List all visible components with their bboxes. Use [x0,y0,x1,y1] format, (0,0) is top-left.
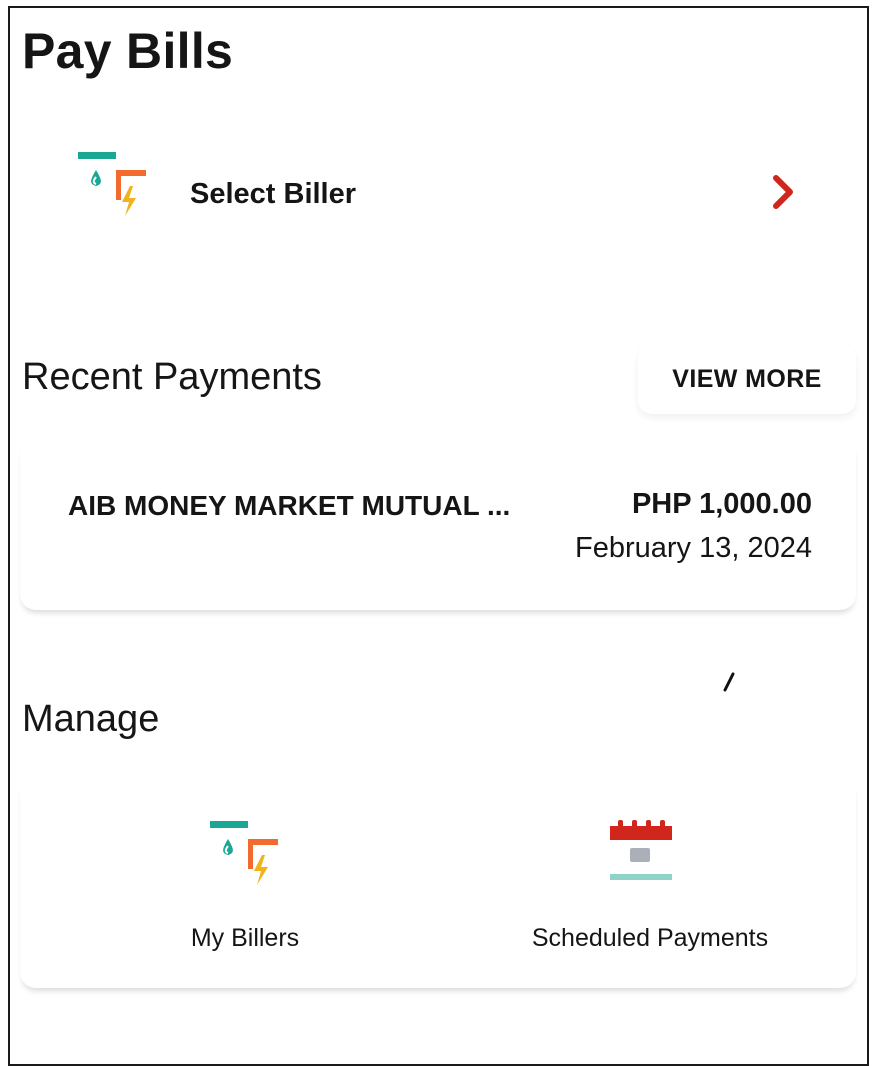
recent-payment-card[interactable]: AIB MONEY MARKET MUTUAL ... PHP 1,000.00… [20,438,856,610]
view-more-button[interactable]: VIEW MORE [638,344,856,414]
chevron-right-icon [773,175,793,209]
scheduled-payments-label: Scheduled Payments [531,924,769,952]
payment-biller-name: AIB MONEY MARKET MUTUAL ... [68,490,511,521]
my-billers-button[interactable]: My Billers [110,778,380,988]
stray-mark [723,672,735,692]
manage-title: Manage [22,698,160,740]
select-biller-row[interactable]: Select Biller [20,128,856,258]
bill-utilities-icon [210,821,278,885]
recent-payments-title: Recent Payments [22,356,322,398]
page-title: Pay Bills [22,23,234,79]
manage-card: My Billers Scheduled Payments [20,778,856,988]
bill-utilities-icon [78,152,146,216]
my-billers-label: My Billers [190,924,300,952]
app-screen: Pay Bills Select Biller Recent Payments … [8,6,869,1066]
payment-amount: PHP 1,000.00 [631,488,812,520]
payment-date: February 13, 2024 [575,532,812,564]
select-biller-label: Select Biller [190,178,357,210]
calendar-icon [610,820,672,880]
scheduled-payments-button[interactable]: Scheduled Payments [490,778,810,988]
